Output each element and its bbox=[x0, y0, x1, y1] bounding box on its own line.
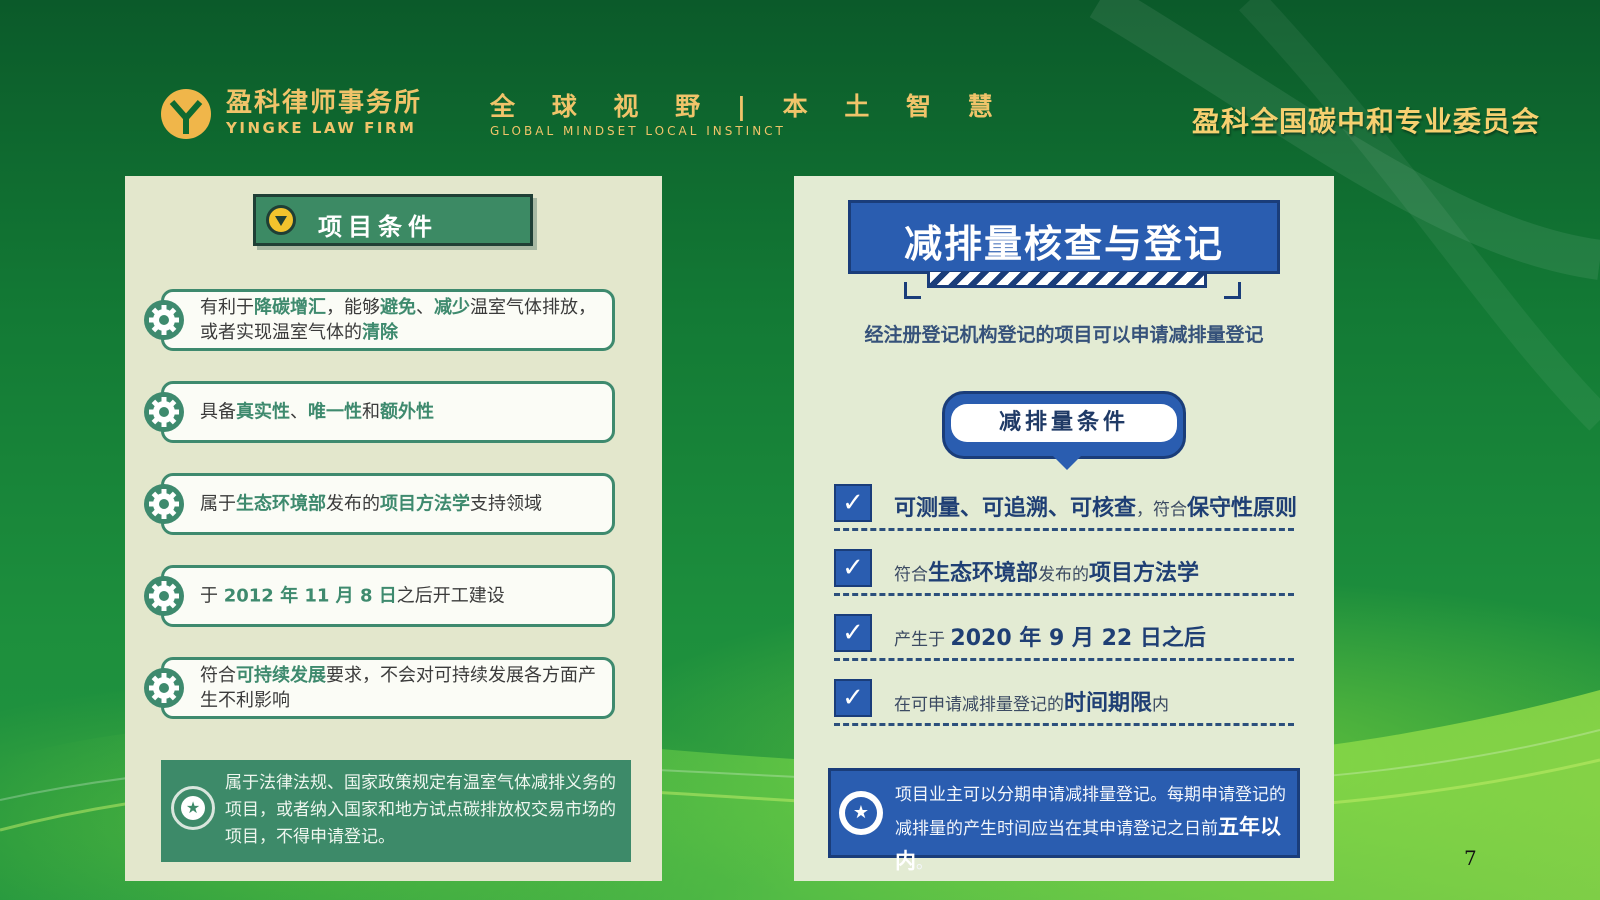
emphasis-text: 额外性 bbox=[380, 401, 434, 423]
reduction-conditions-header: 减排量条件 bbox=[942, 391, 1186, 470]
emphasis-text: 清除 bbox=[362, 322, 398, 343]
emission-reduction-title: 减排量核查与登记 bbox=[903, 222, 1224, 266]
emission-reduction-title-box: 减排量核查与登记 bbox=[848, 200, 1280, 274]
condition-text: 于 2012 年 11 月 8 日之后开工建设 bbox=[200, 584, 600, 609]
committee-title: 盈科全国碳中和专业委员会 bbox=[1191, 105, 1540, 138]
plain-text: 支持领域 bbox=[470, 493, 542, 515]
emphasis-text: 2020 年 9 月 22 日之后 bbox=[950, 626, 1206, 651]
condition-text: 有利于降碳增汇，能够避免、减少温室气体排放，或者实现温室气体的清除 bbox=[200, 295, 600, 345]
plain-text: 。 bbox=[916, 853, 933, 873]
plain-text: 之后开工建设 bbox=[396, 585, 505, 607]
emphasis-text: 可测量、可追溯、可核查 bbox=[894, 496, 1137, 521]
condition-item: 符合可持续发展要求，不会对可持续发展各方面产生不利影响 bbox=[144, 657, 615, 719]
emphasis-text: 项目方法学 bbox=[380, 493, 470, 515]
speech-pointer-decoration bbox=[1053, 456, 1081, 470]
project-conditions-header: 项目条件 bbox=[253, 194, 533, 246]
plain-text: 属于 bbox=[200, 493, 236, 515]
emphasis-text: 避免 bbox=[380, 297, 416, 318]
emphasis-text: 生态环境部 bbox=[236, 493, 326, 515]
reduction-condition-text: 符合生态环境部发布的项目方法学 bbox=[894, 555, 1294, 587]
title-stripe-decoration bbox=[927, 272, 1207, 288]
plain-text: 、 bbox=[290, 401, 308, 423]
checkbox-checked-icon: ✓ bbox=[834, 679, 872, 717]
reduction-condition-text: 在可申请减排量登记的时间期限内 bbox=[894, 685, 1294, 717]
firm-name-cn: 盈科律师事务所 bbox=[226, 88, 423, 118]
emphasis-text: 2012 年 11 月 8 日 bbox=[223, 585, 397, 607]
star-badge-icon: ★ bbox=[839, 791, 883, 835]
condition-text: 具备真实性、唯一性和额外性 bbox=[200, 400, 600, 425]
slogan-cn: 全 球 视 野 | 本 土 智 慧 bbox=[490, 92, 1007, 121]
emphasis-text: 可持续发展 bbox=[236, 665, 326, 686]
emission-reduction-panel: 减排量核查与登记 经注册登记机构登记的项目可以申请减排量登记 减排量条件 ✓ 可… bbox=[794, 176, 1334, 881]
gear-icon bbox=[144, 576, 184, 616]
emphasis-text: 项目方法学 bbox=[1089, 561, 1200, 586]
plain-text: 产生于 bbox=[894, 630, 951, 650]
bracket-left-decoration bbox=[904, 282, 921, 299]
plain-text: 有利于 bbox=[200, 297, 254, 318]
page-number: 7 bbox=[1464, 846, 1477, 870]
checkbox-checked-icon: ✓ bbox=[834, 484, 872, 522]
plain-text: 发布的 bbox=[326, 493, 380, 515]
plain-text: 符合 bbox=[200, 665, 236, 686]
slogan: 全 球 视 野 | 本 土 智 慧 GLOBAL MINDSET LOCAL I… bbox=[490, 92, 1007, 140]
plain-text: ，能够 bbox=[326, 297, 380, 318]
emphasis-text: 时间期限 bbox=[1064, 691, 1153, 716]
reduction-conditions-title: 减排量条件 bbox=[951, 404, 1177, 442]
bracket-right-decoration bbox=[1224, 282, 1241, 299]
reduction-condition-item: ✓ 可测量、可追溯、可核查，符合保守性原则 bbox=[834, 482, 1298, 531]
plain-text: 具备 bbox=[200, 401, 236, 423]
triangle-badge-icon bbox=[266, 205, 296, 235]
gear-icon bbox=[144, 300, 184, 340]
emphasis-text: 唯一性 bbox=[308, 401, 362, 423]
gear-icon bbox=[144, 484, 184, 524]
plain-text: 在可申请减排量登记的 bbox=[894, 695, 1064, 715]
plain-text: 于 bbox=[200, 585, 224, 607]
plain-text: 发布的 bbox=[1038, 565, 1090, 585]
plain-text: 内 bbox=[1152, 695, 1170, 715]
project-conditions-panel: 项目条件 有利于降碳增汇，能够避免、减少温室气体排放，或者实现温室气体的清除 具… bbox=[125, 176, 662, 881]
emphasis-text: 降碳增汇 bbox=[254, 297, 326, 318]
plain-text: 、 bbox=[416, 297, 434, 318]
emphasis-text: 减少 bbox=[434, 297, 470, 318]
plain-text: 和 bbox=[362, 401, 380, 423]
reduction-condition-text: 产生于 2020 年 9 月 22 日之后 bbox=[894, 620, 1294, 652]
star-badge-icon: ★ bbox=[171, 786, 215, 830]
slogan-en: GLOBAL MINDSET LOCAL INSTINCT bbox=[490, 124, 786, 138]
emphasis-text: 保守性原则 bbox=[1187, 496, 1298, 521]
reduction-condition-item: ✓ 符合生态环境部发布的项目方法学 bbox=[834, 547, 1294, 596]
condition-text: 属于生态环境部发布的项目方法学支持领域 bbox=[200, 492, 600, 517]
reduction-condition-item: ✓ 产生于 2020 年 9 月 22 日之后 bbox=[834, 612, 1294, 661]
installment-note-text: 项目业主可以分期申请减排量登记。每期申请登记的减排量的产生时间应当在其申请登记之… bbox=[895, 779, 1287, 879]
plain-text: 符合 bbox=[894, 565, 928, 585]
firm-name: 盈科律师事务所 YINGKE LAW FIRM bbox=[226, 88, 422, 138]
checkbox-checked-icon: ✓ bbox=[834, 549, 872, 587]
gear-icon bbox=[144, 392, 184, 432]
condition-item: 属于生态环境部发布的项目方法学支持领域 bbox=[144, 473, 615, 535]
emission-reduction-subtitle: 经注册登记机构登记的项目可以申请减排量登记 bbox=[864, 324, 1264, 346]
condition-item: 有利于降碳增汇，能够避免、减少温室气体排放，或者实现温室气体的清除 bbox=[144, 289, 615, 351]
checkbox-checked-icon: ✓ bbox=[834, 614, 872, 652]
installment-note: ★ 项目业主可以分期申请减排量登记。每期申请登记的减排量的产生时间应当在其申请登… bbox=[828, 768, 1300, 873]
emphasis-text: 真实性 bbox=[236, 401, 290, 423]
reduction-condition-item: ✓ 在可申请减排量登记的时间期限内 bbox=[834, 677, 1294, 726]
reduction-condition-text: 可测量、可追溯、可核查，符合保守性原则 bbox=[894, 490, 1298, 522]
condition-item: 具备真实性、唯一性和额外性 bbox=[144, 381, 615, 443]
firm-name-en: YINGKE LAW FIRM bbox=[226, 119, 417, 137]
exclusion-note: ★ 属于法律法规、国家政策规定有温室气体减排义务的项目，或者纳入国家和地方试点碳… bbox=[161, 760, 631, 862]
condition-text: 符合可持续发展要求，不会对可持续发展各方面产生不利影响 bbox=[200, 663, 600, 713]
emphasis-text: 生态环境部 bbox=[928, 561, 1039, 586]
project-conditions-title: 项目条件 bbox=[318, 213, 438, 241]
exclusion-note-text: 属于法律法规、国家政策规定有温室气体减排义务的项目，或者纳入国家和地方试点碳排放… bbox=[225, 773, 616, 847]
condition-item: 于 2012 年 11 月 8 日之后开工建设 bbox=[144, 565, 615, 627]
yingke-logo-icon bbox=[161, 89, 211, 139]
plain-text: ，符合 bbox=[1136, 500, 1188, 520]
gear-icon bbox=[144, 668, 184, 708]
